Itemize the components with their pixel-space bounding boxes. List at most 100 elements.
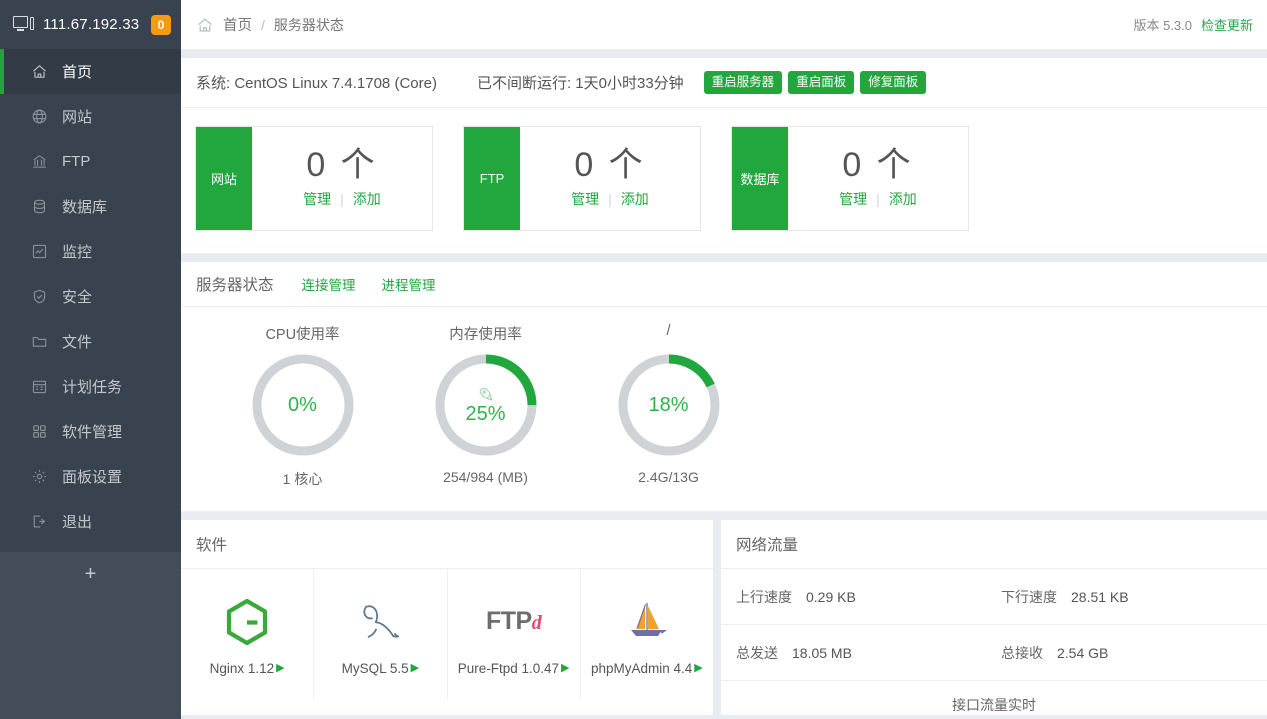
connection-manage-link[interactable]: 连接管理 (302, 274, 356, 294)
check-update-link[interactable]: 检查更新 (1201, 15, 1253, 34)
sidebar: 111.67.192.33 0 首页 网站 FTP (0, 0, 181, 719)
chevron-right-icon[interactable]: ▶ (276, 663, 284, 674)
main-content: 首页 / 服务器状态 版本 5.3.0 检查更新 系统: CentOS Linu… (181, 0, 1267, 719)
card-links: 管理 | 添加 (303, 189, 381, 209)
sidebar-item-logout[interactable]: 退出 (0, 499, 181, 544)
card-body: 0 个 管理 | 添加 (520, 127, 700, 230)
pureftpd-icon: FTPd (486, 593, 541, 651)
gauge-title: 内存使用率 (449, 323, 522, 343)
bottom-row: 软件 Nginx 1.12 ▶ (181, 520, 1267, 715)
download-speed-value: 28.51 KB (1071, 589, 1129, 605)
sidebar-item-website[interactable]: 网站 (0, 94, 181, 139)
chevron-right-icon[interactable]: ▶ (561, 663, 569, 674)
sidebar-item-label: 数据库 (62, 196, 107, 217)
manage-link[interactable]: 管理 (303, 189, 331, 209)
sidebar-item-label: 退出 (62, 511, 92, 532)
sidebar-item-label: 面板设置 (62, 466, 122, 487)
sidebar-item-software[interactable]: 软件管理 (0, 409, 181, 454)
gauge-percent: 25% (465, 403, 505, 426)
sidebar-filler (0, 596, 181, 719)
sidebar-nav: 首页 网站 FTP 数据库 (0, 49, 181, 544)
repair-panel-button[interactable]: 修复面板 (860, 71, 926, 94)
folder-icon (30, 332, 49, 351)
software-item-pureftpd[interactable]: FTPd Pure-Ftpd 1.0.47 ▶ (448, 569, 581, 699)
gauge-subtext: 254/984 (MB) (443, 469, 528, 485)
sidebar-item-label: 软件管理 (62, 421, 122, 442)
grid-icon (30, 422, 49, 441)
sidebar-item-label: 文件 (62, 331, 92, 352)
network-row-total: 总发送 18.05 MB 总接收 2.54 GB (721, 625, 1267, 681)
gauge-ring: 0% (251, 353, 355, 457)
manage-link[interactable]: 管理 (839, 189, 867, 209)
chevron-right-icon[interactable]: ▶ (411, 663, 419, 674)
mysql-dolphin-icon (354, 593, 406, 651)
topbar-right: 版本 5.3.0 检查更新 (1133, 15, 1253, 34)
sidebar-item-panel-settings[interactable]: 面板设置 (0, 454, 181, 499)
gauge-row: CPU使用率 0% 1 核心 内存使用率 (181, 307, 1267, 512)
rocket-icon (477, 385, 495, 401)
add-link[interactable]: 添加 (621, 189, 649, 209)
card-tag: 网站 (196, 127, 252, 230)
breadcrumb-current: 服务器状态 (274, 15, 344, 35)
sidebar-add-button[interactable]: + (0, 552, 181, 596)
server-status-header: 服务器状态 连接管理 进程管理 (181, 262, 1267, 307)
total-received-label: 总接收 (1001, 643, 1043, 663)
breadcrumb-separator: / (261, 17, 265, 33)
card-body: 0 个 管理 | 添加 (252, 127, 432, 230)
total-sent-label: 总发送 (736, 643, 778, 663)
breadcrumb-home[interactable]: 首页 (223, 14, 252, 35)
uptime-text: 已不间断运行: 1天0小时33分钟 (477, 72, 684, 93)
card-count: 0 个 (842, 146, 913, 185)
process-manage-link[interactable]: 进程管理 (382, 274, 436, 294)
section-title: 服务器状态 (196, 273, 274, 295)
software-panel: 软件 Nginx 1.12 ▶ (181, 520, 713, 715)
ftp-icon (30, 152, 49, 171)
chart-icon (30, 242, 49, 261)
phpmyadmin-sailboat-icon (621, 593, 673, 651)
card-body: 0 个 管理 | 添加 (788, 127, 968, 230)
network-footer-label: 接口流量实时 (721, 681, 1267, 715)
server-ip: 111.67.192.33 (43, 16, 139, 33)
notification-badge[interactable]: 0 (151, 15, 171, 35)
gauge-percent: 18% (648, 394, 688, 417)
link-divider: | (876, 191, 880, 207)
topbar: 首页 / 服务器状态 版本 5.3.0 检查更新 (181, 0, 1267, 50)
sidebar-item-monitor[interactable]: 监控 (0, 229, 181, 274)
sidebar-item-label: 监控 (62, 241, 92, 262)
software-item-phpmyadmin[interactable]: phpMyAdmin 4.4 ▶ (581, 569, 713, 699)
total-received-value: 2.54 GB (1057, 645, 1108, 661)
network-row-speed: 上行速度 0.29 KB 下行速度 28.51 KB (721, 569, 1267, 625)
sidebar-item-security[interactable]: 安全 (0, 274, 181, 319)
software-item-nginx[interactable]: Nginx 1.12 ▶ (181, 569, 314, 699)
calendar-icon (30, 377, 49, 396)
gear-icon (30, 467, 49, 486)
gauge-subtext: 1 核心 (283, 469, 323, 489)
sidebar-item-home[interactable]: 首页 (0, 49, 181, 94)
chevron-right-icon[interactable]: ▶ (694, 663, 702, 674)
version-label: 版本 5.3.0 (1133, 15, 1192, 34)
manage-link[interactable]: 管理 (571, 189, 599, 209)
card-count: 0 个 (574, 146, 645, 185)
server-status-panel: 服务器状态 连接管理 进程管理 CPU使用率 0% (181, 262, 1267, 512)
sidebar-item-cron[interactable]: 计划任务 (0, 364, 181, 409)
software-item-mysql[interactable]: MySQL 5.5 ▶ (314, 569, 447, 699)
software-name: Pure-Ftpd 1.0.47 (458, 661, 559, 676)
sidebar-item-database[interactable]: 数据库 (0, 184, 181, 229)
link-divider: | (340, 191, 344, 207)
database-icon (30, 197, 49, 216)
total-sent: 总发送 18.05 MB (736, 643, 1001, 663)
restart-server-button[interactable]: 重启服务器 (704, 71, 783, 94)
card-tag: FTP (464, 127, 520, 230)
home-breadcrumb-icon[interactable] (196, 16, 214, 34)
download-speed: 下行速度 28.51 KB (1001, 587, 1129, 607)
add-link[interactable]: 添加 (889, 189, 917, 209)
upload-speed-value: 0.29 KB (806, 589, 856, 605)
software-name-row: Nginx 1.12 ▶ (210, 661, 285, 676)
restart-panel-button[interactable]: 重启面板 (788, 71, 854, 94)
system-info-bar: 系统: CentOS Linux 7.4.1708 (Core) 已不间断运行:… (181, 58, 1267, 108)
add-link[interactable]: 添加 (353, 189, 381, 209)
network-title: 网络流量 (721, 520, 1267, 569)
sidebar-item-ftp[interactable]: FTP (0, 139, 181, 184)
sidebar-item-files[interactable]: 文件 (0, 319, 181, 364)
status-links: 连接管理 进程管理 (302, 274, 436, 294)
